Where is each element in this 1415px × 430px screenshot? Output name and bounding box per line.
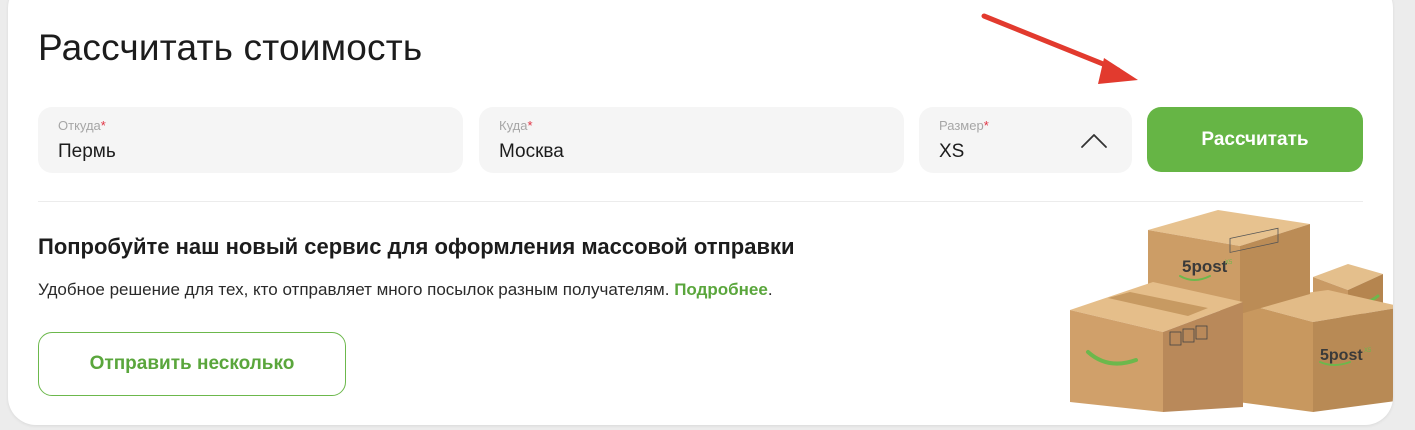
required-mark: * [527,118,533,133]
from-field-label: Откуда* [58,118,106,133]
calculator-card: Рассчитать стоимость Откуда* Куда* Разме… [8,0,1393,425]
promo-text: Удобное решение для тех, кто отправляет … [38,280,773,299]
more-link[interactable]: Подробнее [674,280,768,299]
to-field[interactable]: Куда* [479,107,904,173]
to-input[interactable] [499,141,859,163]
front-box [1070,282,1243,412]
to-field-label: Куда* [499,118,533,133]
right-box: 5post X5 [1238,290,1393,412]
annotation-arrow-icon [981,13,1138,84]
box-brand-text: 5post [1320,347,1363,364]
send-multiple-button[interactable]: Отправить несколько [38,332,346,396]
size-select[interactable]: Размер* XS [919,107,1132,173]
calculate-button[interactable]: Рассчитать [1147,107,1363,172]
chevron-up-icon[interactable] [1080,129,1108,151]
size-value: XS [939,141,965,162]
parcel-boxes-illustration: 5post X5 5post X5 [1070,210,1393,412]
page-title: Рассчитать стоимость [38,27,423,68]
required-mark: * [100,118,106,133]
from-field[interactable]: Откуда* [38,107,463,173]
promo-title: Попробуйте наш новый сервис для оформлен… [38,234,795,259]
svg-text:X5: X5 [1364,348,1372,354]
promo-description: Удобное решение для тех, кто отправляет … [38,280,670,299]
from-input[interactable] [58,141,418,163]
size-field-label: Размер* [939,118,989,133]
box-brand-text: 5post [1182,257,1228,276]
required-mark: * [983,118,989,133]
svg-text:X5: X5 [1225,260,1233,266]
